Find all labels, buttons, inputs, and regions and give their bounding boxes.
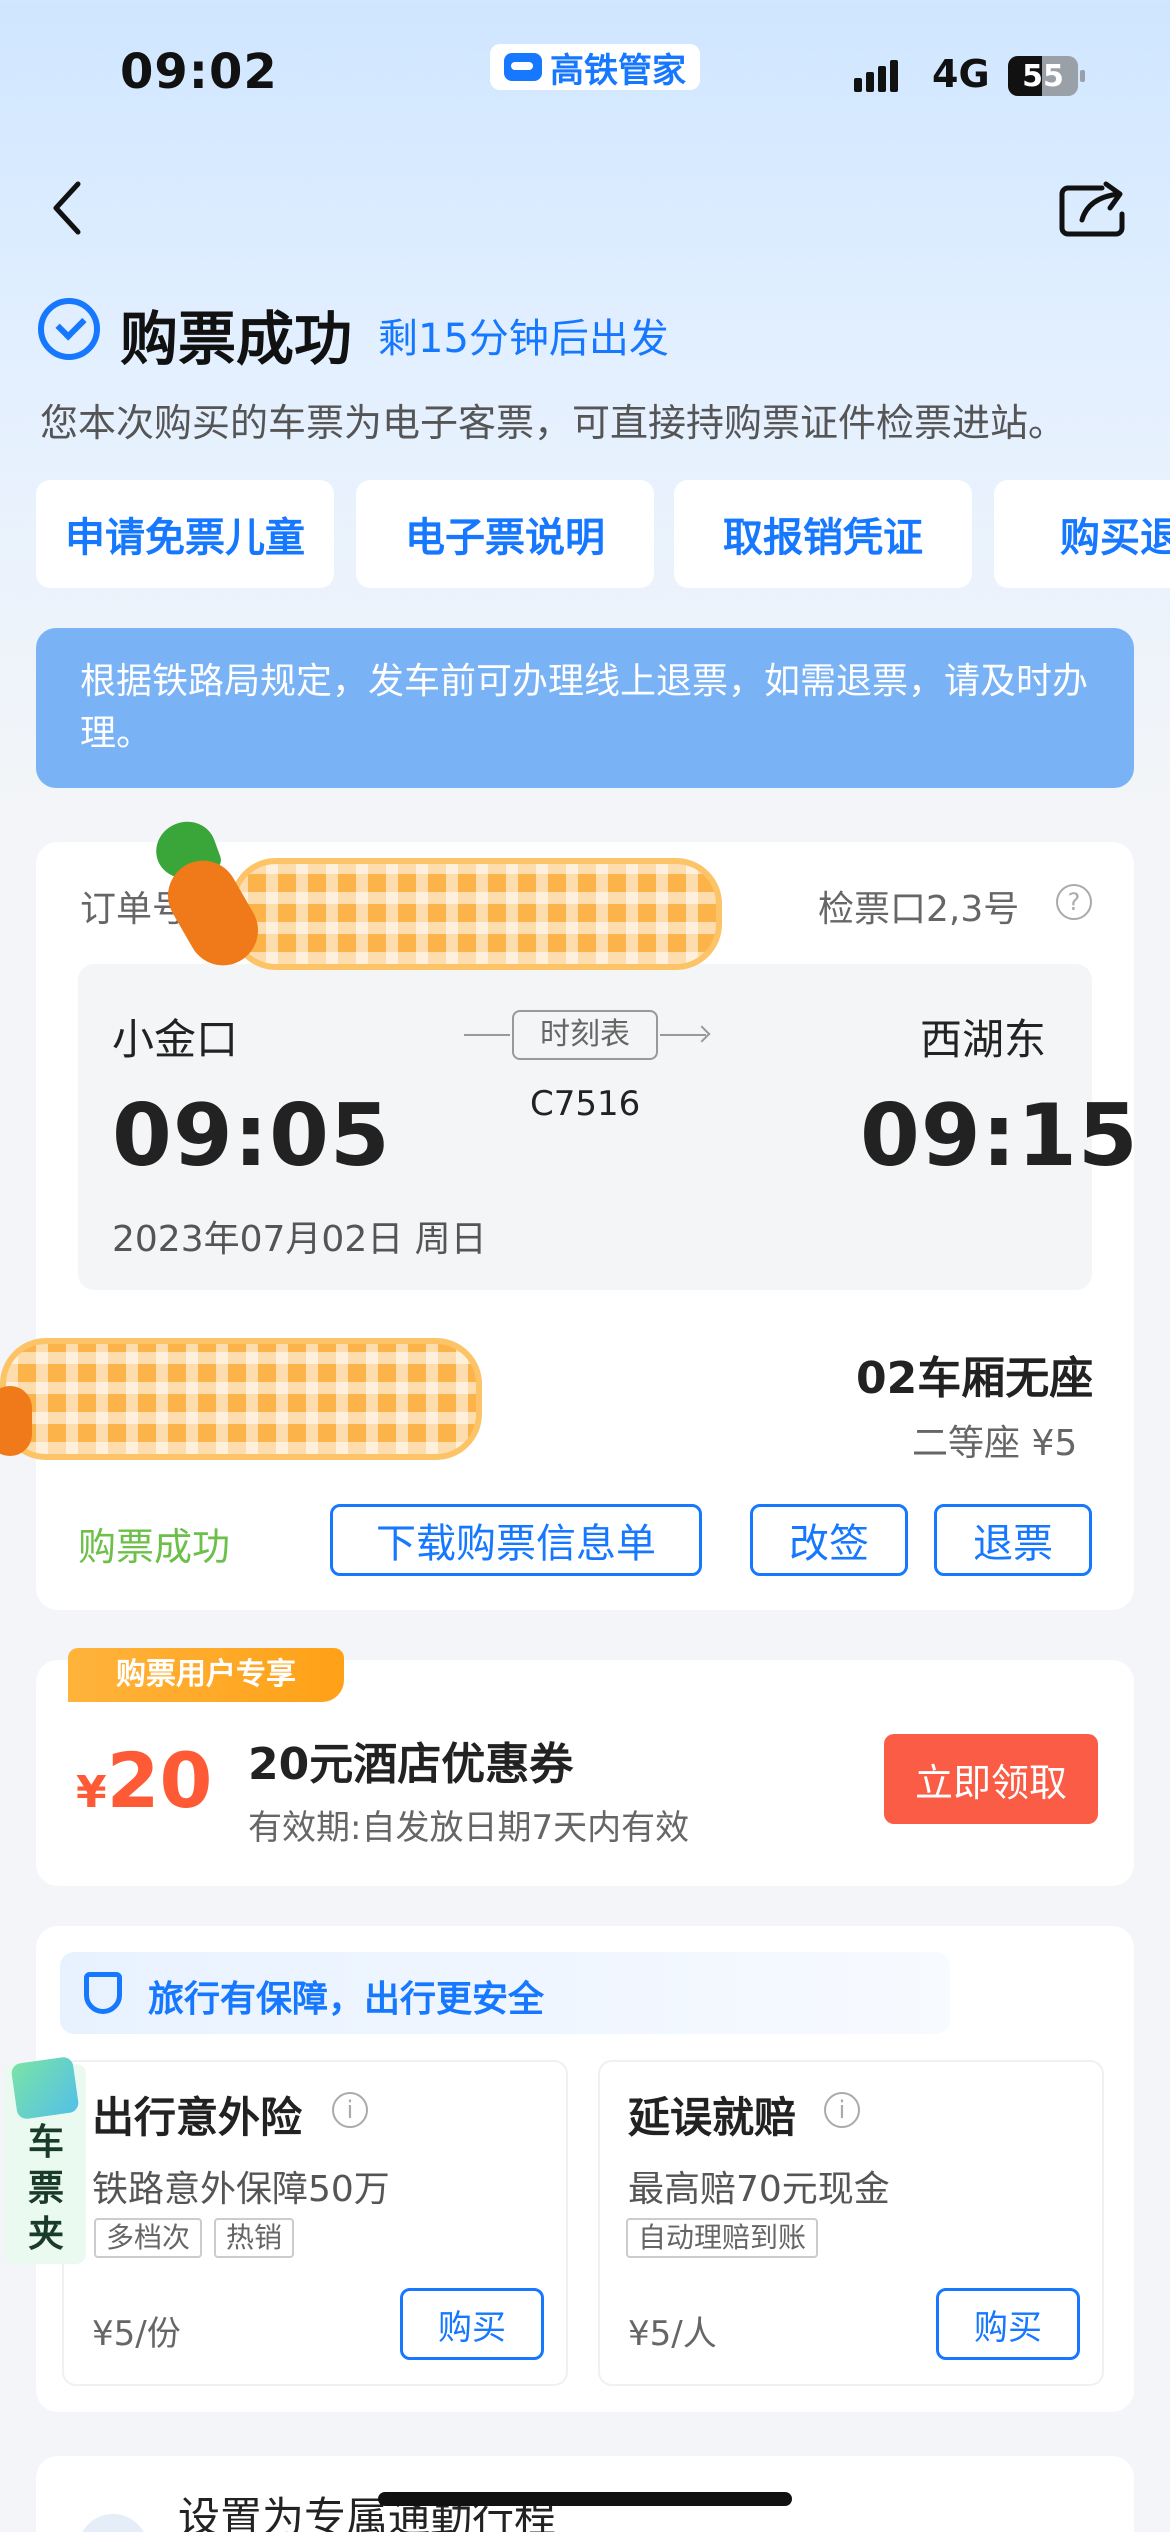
info-icon[interactable]: i	[332, 2092, 368, 2128]
wallet-label: 车票夹	[27, 2122, 64, 2255]
timetable-button[interactable]: 时刻表	[512, 1010, 658, 1060]
depart-countdown: 剩15分钟后出发	[378, 316, 669, 362]
coupon-amount: ¥20	[76, 1736, 212, 1825]
success-check-icon	[38, 298, 100, 360]
route-line-left	[464, 1034, 510, 1036]
departure-time: 09:05	[112, 1086, 391, 1186]
carrot-sticker-small	[0, 1386, 32, 1456]
car-number: 02车厢无座	[856, 1353, 1094, 1404]
app-badge: 高铁管家	[490, 44, 700, 91]
info-icon[interactable]: i	[824, 2092, 860, 2128]
insurance-price: ¥5/人	[628, 2314, 717, 2354]
insurance-title: 出行意外险	[92, 2093, 303, 2142]
redaction-passenger-name	[6, 1344, 476, 1454]
download-info-button[interactable]: 下载购票信息单	[330, 1504, 702, 1576]
insurance-price: ¥5/份	[92, 2314, 181, 2354]
insurance-tag: 多档次	[94, 2218, 203, 2258]
home-indicator[interactable]	[378, 2492, 792, 2506]
refund-button[interactable]: 退票	[934, 1504, 1092, 1576]
insurance-title: 延误就赔	[628, 2093, 797, 2142]
action-reimbursement[interactable]: 取报销凭证	[674, 480, 972, 588]
change-ticket-button[interactable]: 改签	[750, 1504, 908, 1576]
battery-level: 55	[1022, 58, 1064, 94]
signal-icon	[854, 60, 898, 92]
action-eticket-info[interactable]: 电子票说明	[356, 480, 654, 588]
gate-info: 检票口2,3号	[818, 889, 1020, 930]
wallet-icon	[10, 2055, 80, 2121]
page-title: 购票成功	[120, 305, 353, 373]
buy-delay-button[interactable]: 购买	[936, 2288, 1080, 2360]
travel-date: 2023年07月02日 周日	[112, 1219, 487, 1260]
claim-coupon-button[interactable]: 立即领取	[884, 1734, 1098, 1824]
redaction-order-number	[236, 864, 716, 964]
shield-icon	[84, 1972, 122, 2014]
status-time: 09:02	[120, 44, 278, 100]
arrival-time: 09:15	[860, 1086, 1139, 1186]
app-logo-icon	[504, 53, 542, 81]
back-icon[interactable]	[48, 178, 88, 238]
train-number: C7516	[530, 1084, 641, 1124]
network-label: 4G	[932, 52, 990, 96]
coupon-currency: ¥	[76, 1767, 107, 1818]
insurance-desc: 最高赔70元现金	[628, 2169, 890, 2210]
coupon-value: 20	[106, 1736, 213, 1825]
buy-insurance-button[interactable]: 购买	[400, 2288, 544, 2360]
app-name: 高铁管家	[550, 50, 686, 91]
departure-station: 小金口	[112, 1015, 239, 1064]
insurance-banner-text: 旅行有保障，出行更安全	[148, 1979, 545, 2020]
insurance-desc: 铁路意外保障50万	[92, 2169, 390, 2210]
gate-help-icon[interactable]: ?	[1056, 884, 1092, 920]
coupon-validity: 有效期:自发放日期7天内有效	[248, 1808, 690, 1848]
share-icon[interactable]	[1058, 180, 1128, 240]
coupon-tag: 购票用户专享	[68, 1648, 344, 1702]
battery-icon: 55	[1008, 56, 1078, 96]
action-more[interactable]: 购买退	[994, 480, 1170, 588]
coupon-title: 20元酒店优惠券	[248, 1739, 574, 1790]
action-child-ticket[interactable]: 申请免票儿童	[36, 480, 334, 588]
insurance-tag: 自动理赔到账	[626, 2218, 819, 2258]
arrival-station: 西湖东	[920, 1015, 1047, 1064]
ticket-status: 购票成功	[78, 1525, 231, 1569]
ticket-description: 您本次购买的车票为电子客票，可直接持购票证件检票进站。	[40, 401, 1067, 445]
battery-tip	[1080, 70, 1085, 82]
refund-notice: 根据铁路局规定，发车前可办理线上退票，如需退票，请及时办理。	[36, 628, 1134, 788]
insurance-tag: 热销	[214, 2218, 295, 2258]
seat-class-price: 二等座 ¥5	[912, 1423, 1078, 1464]
